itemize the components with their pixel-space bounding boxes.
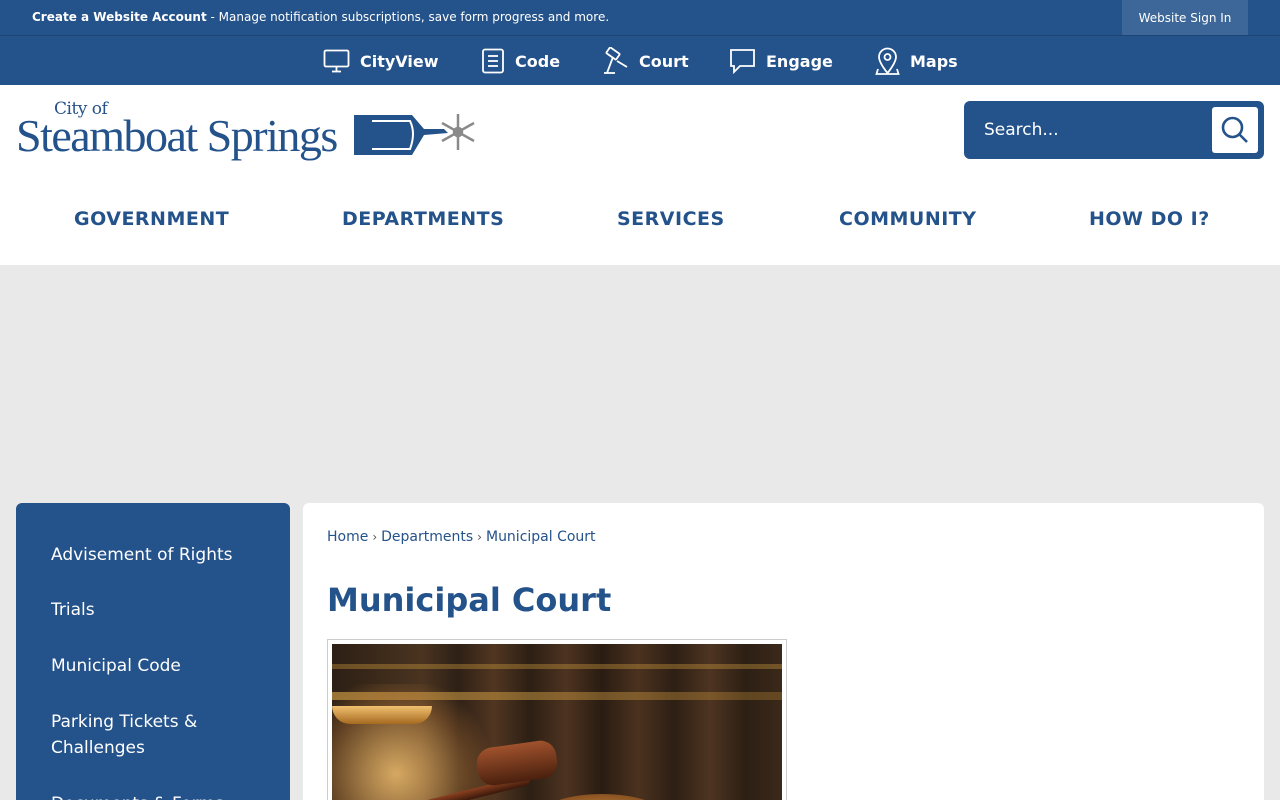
website-sign-in-button[interactable]: Website Sign In — [1122, 0, 1248, 35]
account-notice: Create a Website Account - Manage notifi… — [32, 10, 609, 24]
steamboat-snowflake-icon — [354, 114, 475, 155]
nav-services[interactable]: SERVICES — [617, 208, 725, 230]
nav-departments[interactable]: DEPARTMENTS — [342, 208, 504, 230]
nav-community[interactable]: COMMUNITY — [839, 208, 977, 230]
monitor-icon — [323, 49, 350, 73]
main-content: Home › Departments › Municipal Court Municip… — [303, 503, 1264, 800]
quicklink-label: Court — [639, 51, 689, 71]
search-icon — [1221, 116, 1248, 143]
sidebar-item-documents-forms[interactable]: Documents & Forms — [51, 791, 271, 800]
quicklink-code[interactable]: Code — [481, 36, 560, 86]
breadcrumb-current: Municipal Court — [485, 529, 596, 545]
banner-area — [0, 265, 1280, 503]
create-account-link[interactable]: Create a Website Account — [32, 10, 207, 24]
search-input[interactable] — [972, 107, 1212, 153]
account-bar: Create a Website Account - Manage notifi… — [0, 0, 1280, 35]
logo-name: Steamboat Springs — [16, 110, 338, 161]
sidebar-item-municipal-code[interactable]: Municipal Code — [51, 653, 271, 679]
nav-how-do-i[interactable]: HOW DO I? — [1089, 208, 1210, 230]
quicklink-label: CityView — [360, 51, 439, 71]
breadcrumb-departments[interactable]: Departments — [381, 529, 473, 545]
chevron-right-icon: › — [372, 530, 378, 544]
chevron-right-icon: › — [477, 530, 482, 544]
quicklink-label: Maps — [910, 51, 958, 71]
sidebar-item-trials[interactable]: Trials — [51, 597, 271, 623]
quick-links-bar: CityView Code Court Engage Maps — [0, 35, 1280, 85]
gavel-and-scales-image — [332, 644, 782, 800]
breadcrumb: Home › Departments › Municipal Court — [327, 529, 596, 545]
quicklink-label: Engage — [766, 51, 833, 71]
quicklink-engage[interactable]: Engage — [729, 36, 833, 86]
main-navigation: GOVERNMENT DEPARTMENTS SERVICES COMMUNIT… — [0, 198, 1280, 238]
account-description: - Manage notification subscriptions, sav… — [206, 10, 610, 24]
document-icon — [482, 48, 504, 74]
chat-bubble-icon — [730, 49, 755, 74]
quicklink-cityview[interactable]: CityView — [323, 36, 439, 86]
sidebar-item-advisement-of-rights[interactable]: Advisement of Rights — [51, 542, 271, 568]
section-sidebar-nav: Advisement of Rights Trials Municipal Co… — [16, 503, 290, 800]
map-pin-icon — [875, 47, 900, 75]
breadcrumb-home[interactable]: Home — [327, 529, 368, 545]
site-header: City of Steamboat Springs GOVERNMENT DEP… — [0, 85, 1280, 265]
site-search — [964, 101, 1264, 159]
gavel-icon — [604, 47, 628, 74]
search-button[interactable] — [1212, 107, 1258, 153]
nav-government[interactable]: GOVERNMENT — [74, 208, 229, 230]
quicklink-court[interactable]: Court — [603, 36, 689, 86]
quicklink-label: Code — [515, 51, 561, 71]
page-title: Municipal Court — [327, 581, 612, 619]
city-logo[interactable]: City of Steamboat Springs — [16, 99, 478, 161]
quicklink-maps[interactable]: Maps — [875, 36, 958, 86]
court-photo — [327, 639, 787, 800]
sidebar-item-parking-tickets[interactable]: Parking Tickets & Challenges — [51, 709, 271, 761]
